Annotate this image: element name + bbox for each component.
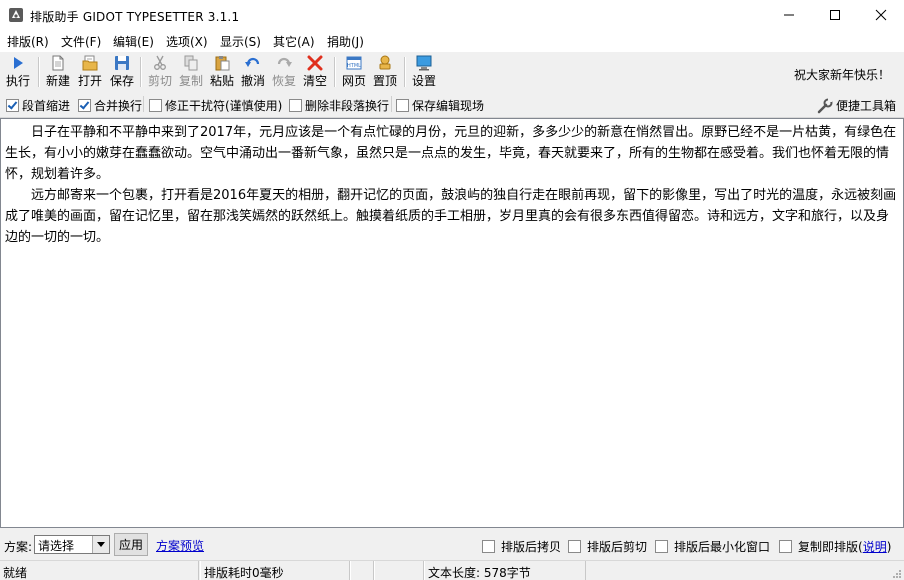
pin-top-button[interactable]: 置顶 <box>371 55 399 89</box>
chevron-down-icon[interactable] <box>92 536 109 553</box>
keep-scene-checkbox[interactable]: 保存编辑现场 <box>396 97 484 114</box>
checkbox-cut-after[interactable] <box>568 540 581 553</box>
clear-x-icon <box>307 55 323 71</box>
redo-button[interactable]: 恢复 <box>270 55 298 89</box>
wrench-icon <box>817 97 833 113</box>
window-title: 排版助手 GIDOT TYPESETTER 3.1.1 <box>30 10 240 24</box>
menu-bar: 排版(R) 文件(F) 编辑(E) 选项(X) 显示(S) 其它(A) 捐助(J… <box>0 30 904 52</box>
menu-other[interactable]: 其它(A) <box>273 33 315 50</box>
apply-button[interactable]: 应用 <box>114 533 148 556</box>
new-document-icon <box>52 55 64 71</box>
cut-button[interactable]: 剪切 <box>146 55 174 89</box>
clear-button[interactable]: 清空 <box>301 55 329 89</box>
scheme-label: 方案: <box>4 540 33 554</box>
open-folder-icon <box>82 55 98 71</box>
text-editor[interactable]: 日子在平静和不平静中来到了2017年，元月应该是一个有点忙碌的月份，元旦的迎新，… <box>0 118 904 528</box>
close-icon <box>875 9 887 21</box>
new-button[interactable]: 新建 <box>44 55 72 89</box>
delete-breaks-checkbox[interactable]: 删除非段落换行 <box>289 97 389 114</box>
fix-interference-checkbox[interactable]: 修正干扰符(谨慎使用) <box>149 97 282 114</box>
help-link[interactable]: 说明 <box>863 538 887 555</box>
checkbox-merge[interactable] <box>78 99 91 112</box>
monitor-settings-icon <box>416 55 432 71</box>
maximize-icon <box>830 10 840 20</box>
checkbox-keep-scene[interactable] <box>396 99 409 112</box>
status-ready: 就绪 <box>0 561 199 580</box>
minimize-icon <box>784 14 794 16</box>
cut-after-checkbox[interactable]: 排版后剪切 <box>568 538 647 555</box>
menu-donate[interactable]: 捐助(J) <box>327 33 364 50</box>
minimize-button[interactable] <box>766 0 812 30</box>
status-bar: 就绪 排版耗时0毫秒 文本长度: 578字节 <box>0 560 904 580</box>
app-window: 排版助手 GIDOT TYPESETTER 3.1.1 排版(R) 文件(F) … <box>0 0 904 580</box>
toolbox-button[interactable]: 便捷工具箱 <box>817 97 896 114</box>
maximize-button[interactable] <box>812 0 858 30</box>
title-bar: 排版助手 GIDOT TYPESETTER 3.1.1 <box>0 0 904 30</box>
redo-icon <box>277 57 292 67</box>
checkbox-fix[interactable] <box>149 99 162 112</box>
checkbox-copy-then-format[interactable] <box>779 540 792 553</box>
option-separator <box>143 96 144 112</box>
menu-options[interactable]: 选项(X) <box>166 33 208 50</box>
greeting-text: 祝大家新年快乐！ <box>793 68 890 82</box>
undo-icon <box>245 57 260 67</box>
web-button[interactable]: HTML 网页 <box>340 55 368 89</box>
run-button[interactable]: 执行 <box>4 55 32 89</box>
minimize-after-checkbox[interactable]: 排版后最小化窗口 <box>655 538 770 555</box>
copy-button[interactable]: 复制 <box>177 55 205 89</box>
checkbox-minimize-after[interactable] <box>655 540 668 553</box>
checkbox-indent[interactable] <box>6 99 19 112</box>
editor-paragraph: 远方邮寄来一个包裹，打开看是2016年夏天的相册，翻开记忆的页面，鼓浪屿的独自行… <box>5 188 897 245</box>
scheme-preview-link[interactable]: 方案预览 <box>156 537 204 554</box>
scheme-select[interactable]: 请选择 <box>34 535 110 554</box>
menu-display[interactable]: 显示(S) <box>220 33 261 50</box>
merge-lines-checkbox[interactable]: 合并换行 <box>78 97 142 114</box>
svg-text:HTML: HTML <box>347 63 361 69</box>
copy-icon <box>184 55 198 71</box>
settings-button[interactable]: 设置 <box>410 55 438 89</box>
menu-typeset[interactable]: 排版(R) <box>7 33 49 50</box>
app-logo-icon <box>9 8 23 22</box>
indent-checkbox[interactable]: 段首缩进 <box>6 97 70 114</box>
pin-icon <box>379 55 391 70</box>
menu-edit[interactable]: 编辑(E) <box>113 33 154 50</box>
save-button[interactable]: 保存 <box>108 55 136 89</box>
resize-grip-icon[interactable] <box>892 569 902 579</box>
status-time: 排版耗时0毫秒 <box>200 561 350 580</box>
close-button[interactable] <box>858 0 904 30</box>
status-length: 文本长度: 578字节 <box>424 561 586 580</box>
open-button[interactable]: 打开 <box>76 55 104 89</box>
option-separator <box>391 96 392 112</box>
editor-paragraph: 日子在平静和不平静中来到了2017年，元月应该是一个有点忙碌的月份，元旦的迎新，… <box>5 125 897 182</box>
toolbar: 执行 新建 打开 保存 剪切 复制 粘贴 撤消 恢复 清空 HTML 网页 置顶… <box>0 51 904 93</box>
checkbox-copy-after[interactable] <box>482 540 495 553</box>
menu-file[interactable]: 文件(F) <box>61 33 101 50</box>
scheme-bar: 方案: 请选择 应用 方案预览 排版后拷贝 排版后剪切 排版后最小化窗口 复制即… <box>0 529 904 559</box>
play-icon <box>14 57 23 69</box>
options-bar: 段首缩进 合并换行 修正干扰符(谨慎使用) 删除非段落换行 保存编辑现场 便捷工… <box>0 92 904 118</box>
checkbox-delete-breaks[interactable] <box>289 99 302 112</box>
status-empty <box>350 561 374 580</box>
paste-button[interactable]: 粘贴 <box>208 55 236 89</box>
undo-button[interactable]: 撤消 <box>239 55 267 89</box>
copy-then-format-checkbox[interactable]: 复制即排版(说明) <box>779 538 891 555</box>
status-empty <box>374 561 424 580</box>
paste-clipboard-icon <box>215 56 230 71</box>
html-page-icon: HTML <box>346 56 362 70</box>
copy-after-checkbox[interactable]: 排版后拷贝 <box>482 538 561 555</box>
save-disk-icon <box>115 56 129 70</box>
scissors-icon <box>154 55 166 70</box>
